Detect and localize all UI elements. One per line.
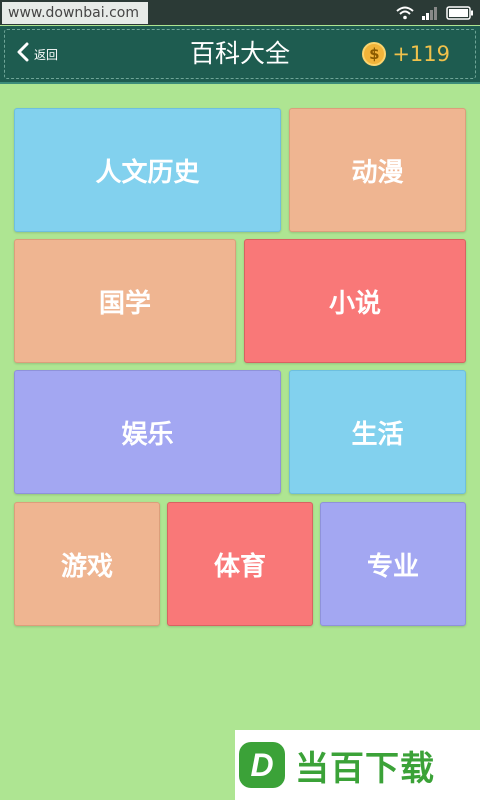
category-label: 动漫 xyxy=(351,157,404,188)
category-tile-sinology[interactable]: 国学 xyxy=(14,239,236,363)
battery-icon xyxy=(446,6,474,20)
category-tile-humanities-history[interactable]: 人文历史 xyxy=(14,108,281,232)
category-label: 体育 xyxy=(213,551,266,582)
category-label: 国学 xyxy=(98,288,151,319)
back-label: 返回 xyxy=(34,47,59,62)
back-button[interactable]: 返回 xyxy=(16,34,58,74)
status-icons xyxy=(396,3,474,23)
chevron-left-icon xyxy=(16,42,30,66)
status-bar: www.downbai.com xyxy=(0,0,480,25)
category-label: 生活 xyxy=(351,419,404,450)
category-tile-games[interactable]: 游戏 xyxy=(14,502,160,626)
category-label: 专业 xyxy=(366,551,419,582)
signal-icon xyxy=(422,6,438,20)
category-label: 娱乐 xyxy=(121,419,174,450)
logo-letter: D xyxy=(250,747,273,783)
category-tile-novels[interactable]: 小说 xyxy=(244,239,466,363)
watermark-url: www.downbai.com xyxy=(2,2,148,24)
category-tile-entertainment[interactable]: 娱乐 xyxy=(14,370,281,494)
header-divider xyxy=(0,82,480,84)
category-tile-anime[interactable]: 动漫 xyxy=(289,108,466,232)
category-tile-life[interactable]: 生活 xyxy=(289,370,466,494)
category-label: 人文历史 xyxy=(95,157,200,188)
coin-balance: $ +119 xyxy=(362,34,450,74)
category-tile-professional[interactable]: 专业 xyxy=(320,502,466,626)
category-tile-sports[interactable]: 体育 xyxy=(167,502,313,626)
coin-count: +119 xyxy=(392,42,450,66)
watermark-text: 当百下载 xyxy=(295,748,435,789)
category-label: 游戏 xyxy=(60,551,113,582)
category-label: 小说 xyxy=(328,288,381,319)
wifi-icon xyxy=(396,6,414,20)
coin-icon: $ xyxy=(362,42,387,66)
downbai-logo-icon: D xyxy=(239,742,285,788)
watermark-logo: D 当百下载 xyxy=(235,730,480,800)
header-bar: 返回 百科大全 $ +119 xyxy=(0,26,480,82)
